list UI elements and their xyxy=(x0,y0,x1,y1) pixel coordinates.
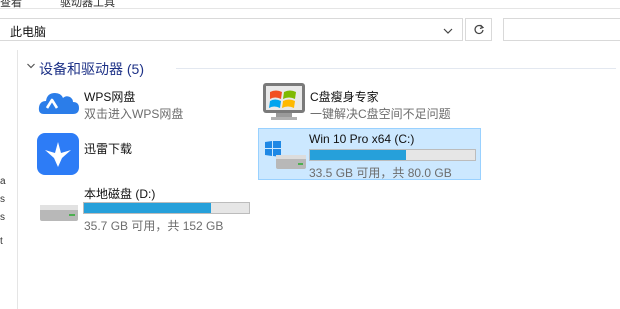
item-description: 一键解决C盘空间不足问题 xyxy=(310,107,451,121)
nav-fragment[interactable]: t xyxy=(0,236,3,247)
group-header-devices[interactable]: 设备和驱动器 (5) xyxy=(24,58,616,78)
refresh-icon xyxy=(474,24,485,35)
xunlei-bird-icon xyxy=(37,133,79,175)
item-xunlei-download[interactable]: 迅雷下载 xyxy=(34,130,234,176)
windows-drive-icon xyxy=(265,141,306,169)
item-name: WPS网盘 xyxy=(84,90,136,104)
chevron-down-icon[interactable] xyxy=(442,25,454,37)
ribbon-tab-drive-tools[interactable]: 驱动器工具 xyxy=(60,0,115,8)
navigation-pane[interactable]: a s s t xyxy=(0,50,18,309)
item-drive-d[interactable]: 本地磁盘 (D:) 35.7 GB 可用，共 152 GB xyxy=(34,182,264,234)
item-name: 迅雷下载 xyxy=(84,142,133,156)
ribbon-tab-view[interactable]: 查看 xyxy=(0,0,22,8)
refresh-button[interactable] xyxy=(465,18,492,41)
wps-cloud-icon xyxy=(38,93,79,114)
nav-fragment[interactable]: s xyxy=(0,212,5,223)
group-divider xyxy=(176,68,616,69)
drive-usage-bar xyxy=(83,202,250,214)
drive-space-text: 35.7 GB 可用，共 152 GB xyxy=(84,219,224,233)
address-location[interactable]: 此电脑 xyxy=(10,23,46,40)
item-name: C盘瘦身专家 xyxy=(310,90,379,104)
item-drive-c[interactable]: Win 10 Pro x64 (C:) 33.5 GB 可用，共 80.0 GB xyxy=(258,128,481,180)
drive-usage-fill xyxy=(84,203,212,213)
item-c-drive-cleaner[interactable]: C盘瘦身专家 一键解决C盘空间不足问题 xyxy=(258,82,518,122)
search-input[interactable] xyxy=(503,18,620,41)
group-title: 设备和驱动器 (5) xyxy=(39,61,144,77)
drive-space-text: 33.5 GB 可用，共 80.0 GB xyxy=(309,166,452,180)
item-name: Win 10 Pro x64 (C:) xyxy=(309,132,415,146)
item-name: 本地磁盘 (D:) xyxy=(84,187,156,201)
hard-drive-icon xyxy=(40,205,78,221)
item-description: 双击进入WPS网盘 xyxy=(84,107,184,121)
drive-usage-fill xyxy=(310,150,406,160)
c-drive-cleaner-icon xyxy=(263,83,305,120)
address-row: 此电脑 xyxy=(0,13,620,47)
ribbon: 查看 驱动器工具 xyxy=(0,0,620,8)
address-bar[interactable]: 此电脑 xyxy=(0,18,463,41)
chevron-down-icon[interactable] xyxy=(26,61,36,71)
ribbon-divider xyxy=(0,8,620,9)
nav-fragment[interactable]: s xyxy=(0,194,5,205)
nav-fragment[interactable]: a xyxy=(0,176,6,187)
item-wps-cloud[interactable]: WPS网盘 双击进入WPS网盘 xyxy=(34,82,234,122)
drive-usage-bar xyxy=(309,149,476,161)
